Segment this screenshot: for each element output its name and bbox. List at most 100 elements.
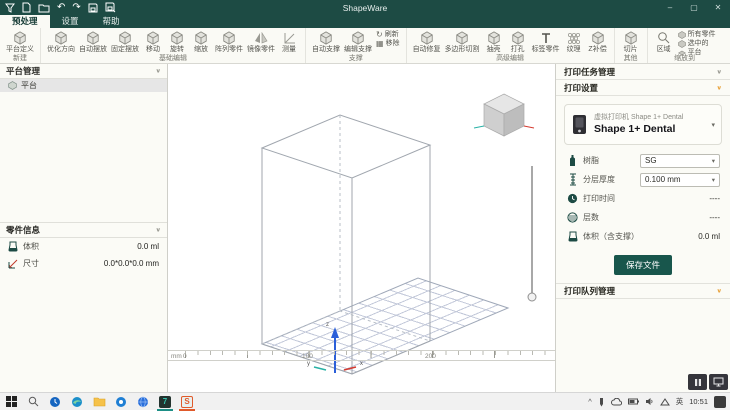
measure-icon	[283, 30, 296, 45]
undo-button[interactable]: ↶	[57, 2, 65, 13]
ribbon-group-support: 自动支撑 编辑支撑 ↻刷新 ▦移除 支撑	[306, 28, 407, 63]
print-task-manage-header[interactable]: 打印任务管理 ∨	[556, 64, 730, 80]
taskbar-clock[interactable]: 10:51	[689, 397, 708, 406]
cloud-icon[interactable]	[611, 398, 622, 406]
ime-indicator[interactable]: 英	[676, 396, 684, 407]
redo-button[interactable]: ↷	[72, 2, 80, 13]
resin-bottle-icon	[566, 154, 579, 167]
collapse-chevron-icon[interactable]: ∨	[155, 68, 161, 74]
fix-placement-button[interactable]: 固定摆放	[109, 29, 141, 54]
auto-support-button[interactable]: 自动支撑	[310, 29, 342, 54]
size-row: 尺寸 0.0*0.0*0.0 mm	[0, 255, 167, 272]
volume-with-support-value: 0.0 ml	[698, 232, 720, 241]
volume-icon[interactable]	[645, 397, 654, 406]
axis-y-label: y	[307, 361, 310, 367]
start-button[interactable]	[0, 393, 22, 411]
measure-button[interactable]: 测量	[277, 29, 301, 54]
chevron-down-icon: ▾	[712, 157, 715, 165]
taskbar-search-button[interactable]	[22, 393, 44, 411]
collapse-chevron-icon[interactable]: ∨	[716, 68, 722, 74]
drill-hole-button[interactable]: 打孔	[506, 29, 530, 54]
tab-settings[interactable]: 设置	[50, 15, 91, 28]
minimize-button[interactable]: –	[658, 0, 682, 15]
recorder-pause-button[interactable]	[688, 374, 707, 390]
taskbar-app-explorer[interactable]	[88, 393, 110, 411]
print-settings-header[interactable]: 打印设置 ∨	[556, 80, 730, 96]
file-explorer-icon	[93, 396, 106, 407]
auto-repair-button[interactable]: 自动修复	[411, 29, 443, 54]
z-compensation-button[interactable]: Z补偿	[586, 29, 610, 54]
pen-icon[interactable]	[598, 397, 605, 407]
hollow-button[interactable]: 抽壳	[482, 29, 506, 54]
resin-select[interactable]: SG▾	[640, 154, 720, 168]
printer-selector[interactable]: 虚拟打印机 Shape 1+ Dental Shape 1+ Dental ▾	[564, 104, 722, 145]
battery-icon[interactable]	[628, 398, 639, 405]
optimize-orientation-button[interactable]: 优化方向	[45, 29, 77, 54]
parts-icon	[678, 31, 686, 39]
tab-help[interactable]: 帮助	[91, 15, 132, 28]
print-time-field: 打印时间 ----	[556, 189, 730, 208]
collapse-chevron-icon[interactable]: ∨	[155, 227, 161, 233]
close-button[interactable]: ✕	[706, 0, 730, 15]
notification-center-button[interactable]	[714, 396, 726, 408]
zoom-all-parts-button[interactable]: 所有零件	[678, 31, 716, 39]
texture-button[interactable]: 纹理	[562, 29, 586, 54]
ribbon-group-basic-edit: 优化方向 自动摆放 固定摆放 移动 旋转 缩放 阵列零件 镜像零件 测量 基础编…	[41, 28, 306, 63]
slice-icon	[624, 30, 638, 45]
tab-preprocess[interactable]: 预处理	[0, 15, 50, 28]
taskbar: 7 S ^ 英 10:51	[0, 392, 730, 410]
viewport-3d-canvas[interactable]: y z x mm 0 100 200	[168, 64, 555, 392]
zoom-selected-button[interactable]: 选中的	[678, 40, 716, 48]
chevron-down-icon: ▾	[711, 121, 715, 129]
part-info-header[interactable]: 零件信息 ∨	[0, 223, 167, 238]
taskbar-app-skype[interactable]	[110, 393, 132, 411]
refresh-support-button[interactable]: ↻刷新	[376, 31, 400, 39]
layer-thickness-select[interactable]: 0.100 mm▾	[640, 173, 720, 187]
rotate-button[interactable]: 旋转	[165, 29, 189, 54]
volume-with-support-field: 体积（含支撑） 0.0 ml	[556, 227, 730, 246]
zoom-region-button[interactable]: 区域	[652, 29, 676, 54]
array-parts-button[interactable]: 阵列零件	[213, 29, 245, 54]
move-button[interactable]: 移动	[141, 29, 165, 54]
taskbar-app-edge[interactable]	[66, 393, 88, 411]
save-file-button[interactable]: 保存文件	[614, 255, 672, 275]
save-as-button[interactable]	[105, 2, 116, 13]
layer-slider-handle[interactable]	[528, 293, 536, 301]
polygon-cut-icon	[455, 30, 469, 45]
ribbon-group-zoom-to: 区域 所有零件 选中的 平台 缩放到	[648, 28, 722, 63]
view-cube[interactable]	[474, 94, 534, 136]
platform-define-icon	[13, 30, 27, 45]
scale-button[interactable]: 缩放	[189, 29, 213, 54]
taskbar-app-clock[interactable]	[44, 393, 66, 411]
save-button[interactable]	[88, 3, 98, 13]
taskbar-app-shapeware[interactable]: 7	[154, 393, 176, 411]
menu-bar: 预处理 设置 帮助	[0, 15, 730, 28]
slice-button[interactable]: 切片	[619, 29, 643, 54]
collapse-chevron-icon[interactable]: ∨	[716, 288, 722, 294]
taskbar-app-browser[interactable]	[132, 393, 154, 411]
ribbon-group-other: 切片 其他	[615, 28, 648, 63]
platform-list-item[interactable]: 平台	[0, 79, 167, 92]
remove-support-button[interactable]: ▦移除	[376, 40, 400, 48]
platform-define-button[interactable]: 平台定义	[4, 29, 36, 54]
tray-expand-button[interactable]: ^	[588, 397, 592, 406]
print-queue-manage-header[interactable]: 打印队列管理 ∨	[556, 283, 730, 299]
network-icon[interactable]	[660, 398, 670, 406]
label-part-button[interactable]: 标签零件	[530, 29, 562, 54]
open-file-button[interactable]	[38, 3, 50, 13]
mirror-parts-button[interactable]: 镜像零件	[245, 29, 277, 54]
collapse-chevron-icon[interactable]: ∨	[716, 84, 722, 90]
clock-icon	[566, 193, 579, 204]
auto-arrange-button[interactable]: 自动摆放	[77, 29, 109, 54]
polygon-cut-button[interactable]: 多边形切割	[443, 29, 482, 54]
ruler-unit: mm	[171, 353, 182, 360]
magnifier-icon	[657, 30, 670, 45]
new-file-button[interactable]	[22, 2, 31, 13]
recorder-screen-button[interactable]	[709, 374, 728, 390]
edit-support-button[interactable]: 编辑支撑	[342, 29, 374, 54]
maximize-button[interactable]: ▢	[682, 0, 706, 15]
layer-slider[interactable]	[528, 166, 536, 301]
platform-manage-header[interactable]: 平台管理 ∨	[0, 64, 167, 79]
taskbar-app-recorder[interactable]: S	[176, 393, 198, 411]
build-volume-scene: y z x	[168, 64, 555, 392]
